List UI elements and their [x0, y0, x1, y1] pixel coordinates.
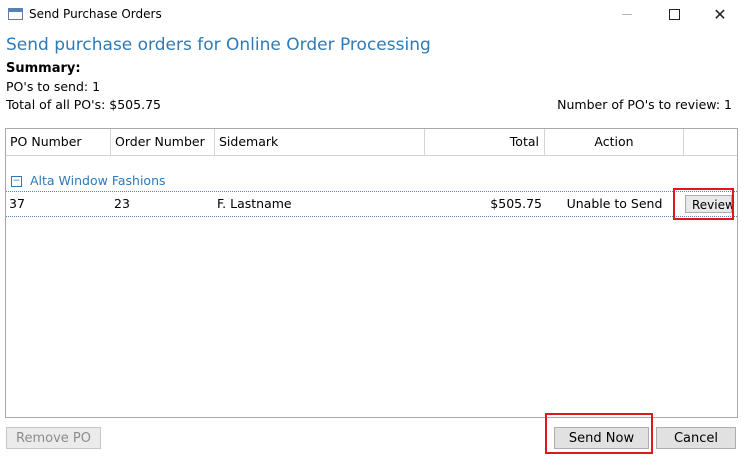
cell-total: $505.75	[490, 196, 542, 211]
summary-label: Summary:	[6, 61, 81, 76]
review-highlight-box	[673, 188, 734, 220]
column-header-order-number[interactable]: Order Number	[111, 129, 215, 155]
group-row[interactable]: − Alta Window Fashions	[6, 173, 737, 191]
column-header-total[interactable]: Total	[425, 129, 545, 155]
page-title: Send purchase orders for Online Order Pr…	[6, 35, 431, 55]
minimize-icon	[622, 14, 632, 15]
maximize-button[interactable]	[651, 0, 697, 29]
collapse-icon[interactable]: −	[11, 176, 22, 187]
review-count-value: 1	[724, 97, 732, 112]
send-now-button[interactable]: Send Now	[554, 427, 649, 449]
po-grid: PO Number Order Number Sidemark Total Ac…	[5, 128, 738, 418]
window-app-icon	[8, 8, 23, 20]
cancel-button[interactable]: Cancel	[656, 427, 736, 449]
window-title: Send Purchase Orders	[29, 7, 162, 21]
cell-action: Unable to Send	[566, 196, 663, 211]
cell-sidemark: F. Lastname	[217, 196, 292, 211]
column-header-sidemark[interactable]: Sidemark	[215, 129, 425, 155]
grid-header: PO Number Order Number Sidemark Total Ac…	[6, 129, 737, 156]
po-to-send-text: PO's to send: 1	[6, 79, 101, 94]
review-count-label: Number of PO's to review:	[557, 97, 721, 112]
total-all-text: Total of all PO's: $505.75	[6, 97, 161, 112]
column-header-action[interactable]: Action	[545, 129, 684, 155]
title-bar: Send Purchase Orders ✕	[0, 0, 741, 29]
close-icon: ✕	[713, 4, 727, 24]
review-count-text: Number of PO's to review: 1	[557, 97, 732, 112]
cell-po-number: 37	[9, 196, 25, 211]
table-row[interactable]: 37 23 F. Lastname $505.75 Unable to Send…	[6, 192, 737, 217]
column-header-po-number[interactable]: PO Number	[6, 129, 111, 155]
cell-order-number: 23	[114, 196, 130, 211]
maximize-icon	[668, 9, 680, 20]
close-button[interactable]: ✕	[697, 0, 741, 29]
minimize-button[interactable]	[604, 0, 650, 29]
column-header-empty	[684, 129, 737, 155]
remove-po-button[interactable]: Remove PO	[6, 427, 101, 449]
group-name: Alta Window Fashions	[30, 173, 166, 188]
